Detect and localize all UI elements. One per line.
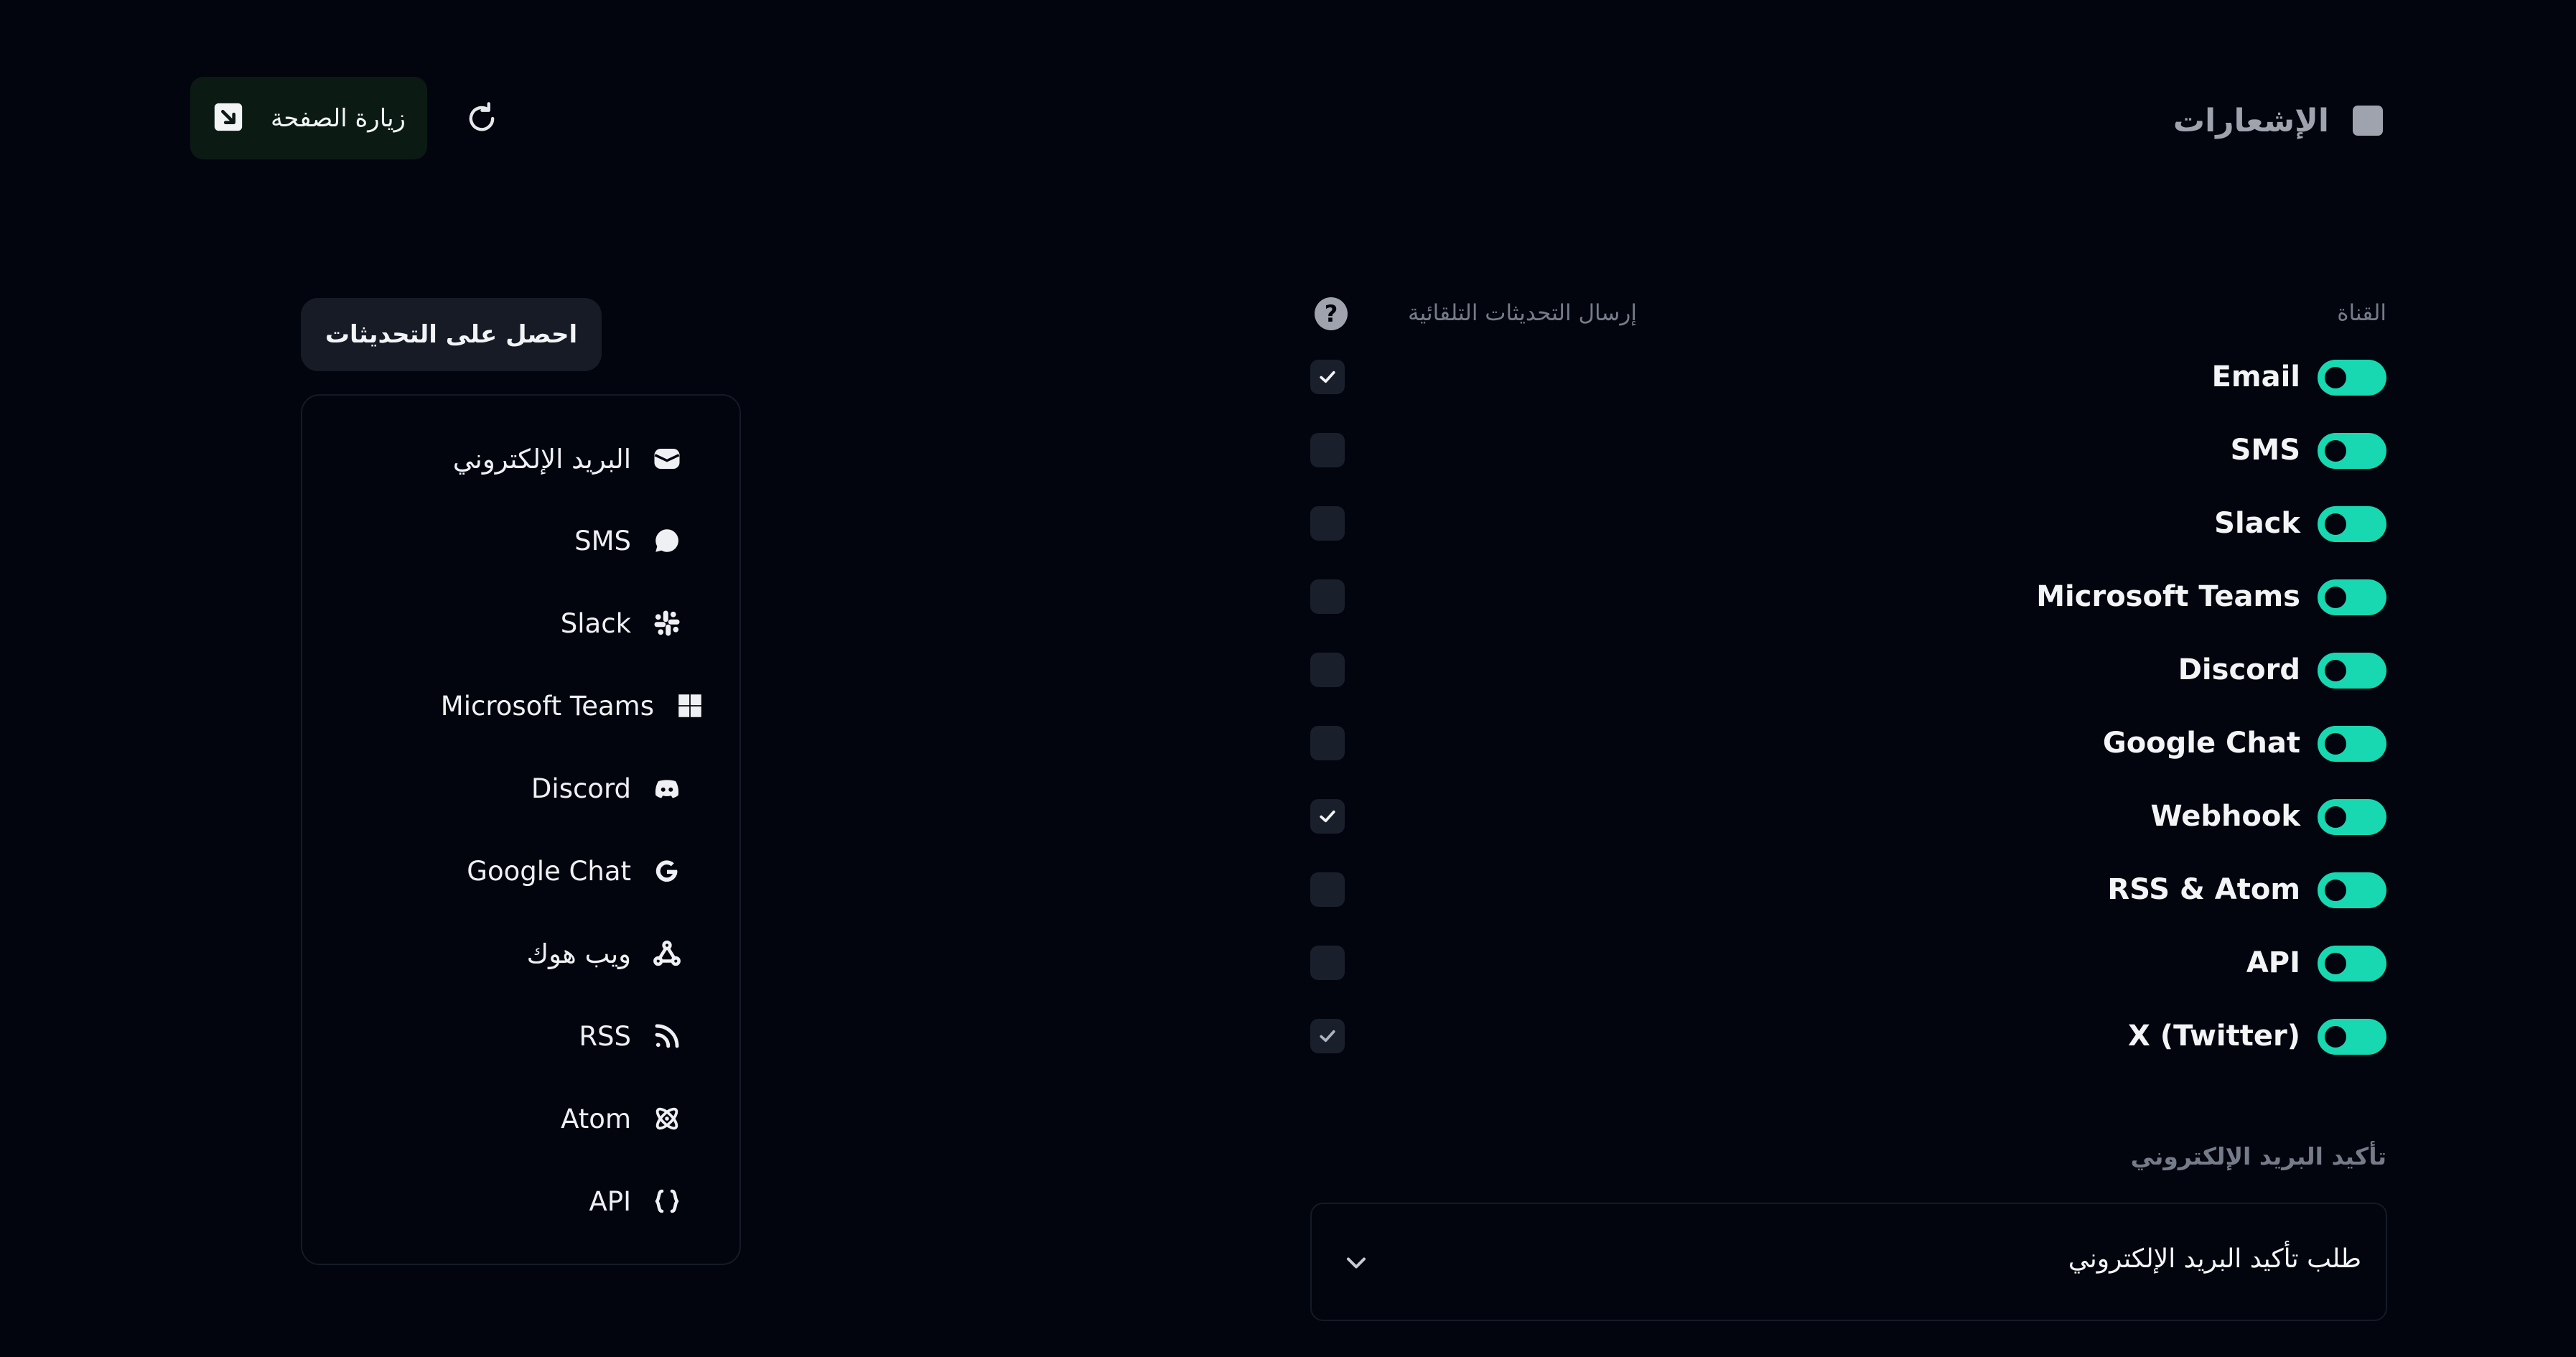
chat-bubble-icon: [651, 525, 683, 556]
atom-icon: [651, 1103, 683, 1134]
updates-item-sms[interactable]: SMS: [574, 516, 683, 566]
channel-toggle-webhook[interactable]: [2318, 799, 2386, 835]
help-icon[interactable]: ?: [1315, 297, 1348, 330]
updates-item-microsoft-teams[interactable]: Microsoft Teams: [441, 681, 706, 731]
channel-toggle-slack[interactable]: [2318, 506, 2386, 542]
updates-item-email[interactable]: البريد الإلكتروني: [453, 434, 683, 484]
channel-toggle-api[interactable]: [2318, 946, 2386, 981]
channel-label-discord: Discord: [2178, 653, 2300, 686]
auto-update-checkbox-api[interactable]: [1310, 946, 1345, 980]
rss-icon: [651, 1020, 683, 1052]
channel-toggle-x-twitter[interactable]: [2318, 1019, 2386, 1055]
channel-label-webhook: Webhook: [2150, 800, 2301, 833]
updates-item-discord[interactable]: Discord: [531, 763, 683, 813]
updates-item-label: Discord: [531, 773, 631, 804]
discord-icon: [651, 773, 683, 804]
slack-icon: [651, 607, 683, 639]
channel-label-google-chat: Google Chat: [2102, 727, 2300, 760]
channel-toggle-discord[interactable]: [2318, 653, 2386, 689]
updates-item-label: البريد الإلكتروني: [452, 443, 631, 475]
auto-update-checkbox-slack[interactable]: [1310, 506, 1345, 541]
updates-item-webhook[interactable]: ويب هوك: [527, 928, 683, 979]
channel-toggle-sms[interactable]: [2318, 433, 2386, 469]
channel-label-api: API: [2246, 946, 2300, 979]
visit-page-label: زيارة الصفحة: [271, 103, 406, 133]
auto-update-checkbox-x-twitter[interactable]: [1310, 1019, 1345, 1053]
updates-item-api[interactable]: API: [589, 1176, 683, 1226]
auto-update-checkbox-email[interactable]: [1310, 360, 1345, 394]
updates-item-label: Google Chat: [467, 855, 631, 887]
channel-toggle-google-chat[interactable]: [2318, 726, 2386, 762]
channel-toggle-rss-atom[interactable]: [2318, 872, 2386, 908]
channel-label-sms: SMS: [2230, 434, 2300, 467]
auto-update-checkbox-discord[interactable]: [1310, 653, 1345, 687]
channel-label-email: Email: [2211, 360, 2300, 393]
chevron-down-icon: [1340, 1247, 1372, 1279]
updates-item-label: Atom: [561, 1103, 631, 1134]
channel-label-rss-atom: RSS & Atom: [2107, 873, 2300, 906]
webhook-icon: [651, 938, 683, 969]
updates-item-label: RSS: [579, 1020, 631, 1052]
email-confirmation-select[interactable]: طلب تأكيد البريد الإلكتروني: [1310, 1203, 2387, 1321]
updates-item-label: SMS: [574, 525, 631, 556]
updates-item-google-chat[interactable]: Google Chat: [467, 846, 683, 896]
auto-update-checkbox-webhook[interactable]: [1310, 799, 1345, 834]
updates-item-label: ويب هوك: [526, 938, 631, 969]
google-icon: [651, 855, 683, 887]
auto-update-checkbox-google-chat[interactable]: [1310, 726, 1345, 760]
updates-item-label: Microsoft Teams: [440, 690, 654, 722]
channel-label-slack: Slack: [2214, 507, 2300, 540]
external-link-icon: [212, 101, 245, 136]
auto-update-checkbox-rss-atom[interactable]: [1310, 872, 1345, 907]
mail-icon: [651, 443, 683, 475]
updates-item-label: API: [589, 1185, 631, 1217]
get-updates-button[interactable]: احصل على التحديثات: [301, 298, 602, 371]
auto-update-checkbox-microsoft-teams[interactable]: [1310, 579, 1345, 614]
refresh-icon[interactable]: [463, 98, 500, 139]
updates-item-label: Slack: [560, 607, 631, 639]
notifications-icon: [2353, 106, 2383, 136]
updates-item-rss[interactable]: RSS: [579, 1011, 683, 1061]
updates-item-atom[interactable]: Atom: [561, 1093, 683, 1144]
visit-page-button[interactable]: زيارة الصفحة: [190, 77, 427, 159]
channel-label-microsoft-teams: Microsoft Teams: [2036, 580, 2300, 613]
auto-updates-column-header: إرسال التحديثات التلقائية: [1408, 300, 1637, 326]
email-confirmation-label: تأكيد البريد الإلكتروني: [2130, 1142, 2386, 1170]
email-confirmation-value: طلب تأكيد البريد الإلكتروني: [2068, 1244, 2361, 1274]
braces-icon: [651, 1185, 683, 1217]
updates-item-slack[interactable]: Slack: [561, 598, 683, 648]
channel-toggle-microsoft-teams[interactable]: [2318, 579, 2386, 615]
auto-update-checkbox-sms[interactable]: [1310, 433, 1345, 467]
windows-icon: [674, 690, 706, 722]
channel-column-header: القناة: [2337, 300, 2386, 326]
channel-toggle-email[interactable]: [2318, 360, 2386, 396]
page-title: الإشعارات: [2173, 103, 2329, 139]
channel-label-x-twitter: X (Twitter): [2128, 1020, 2300, 1053]
